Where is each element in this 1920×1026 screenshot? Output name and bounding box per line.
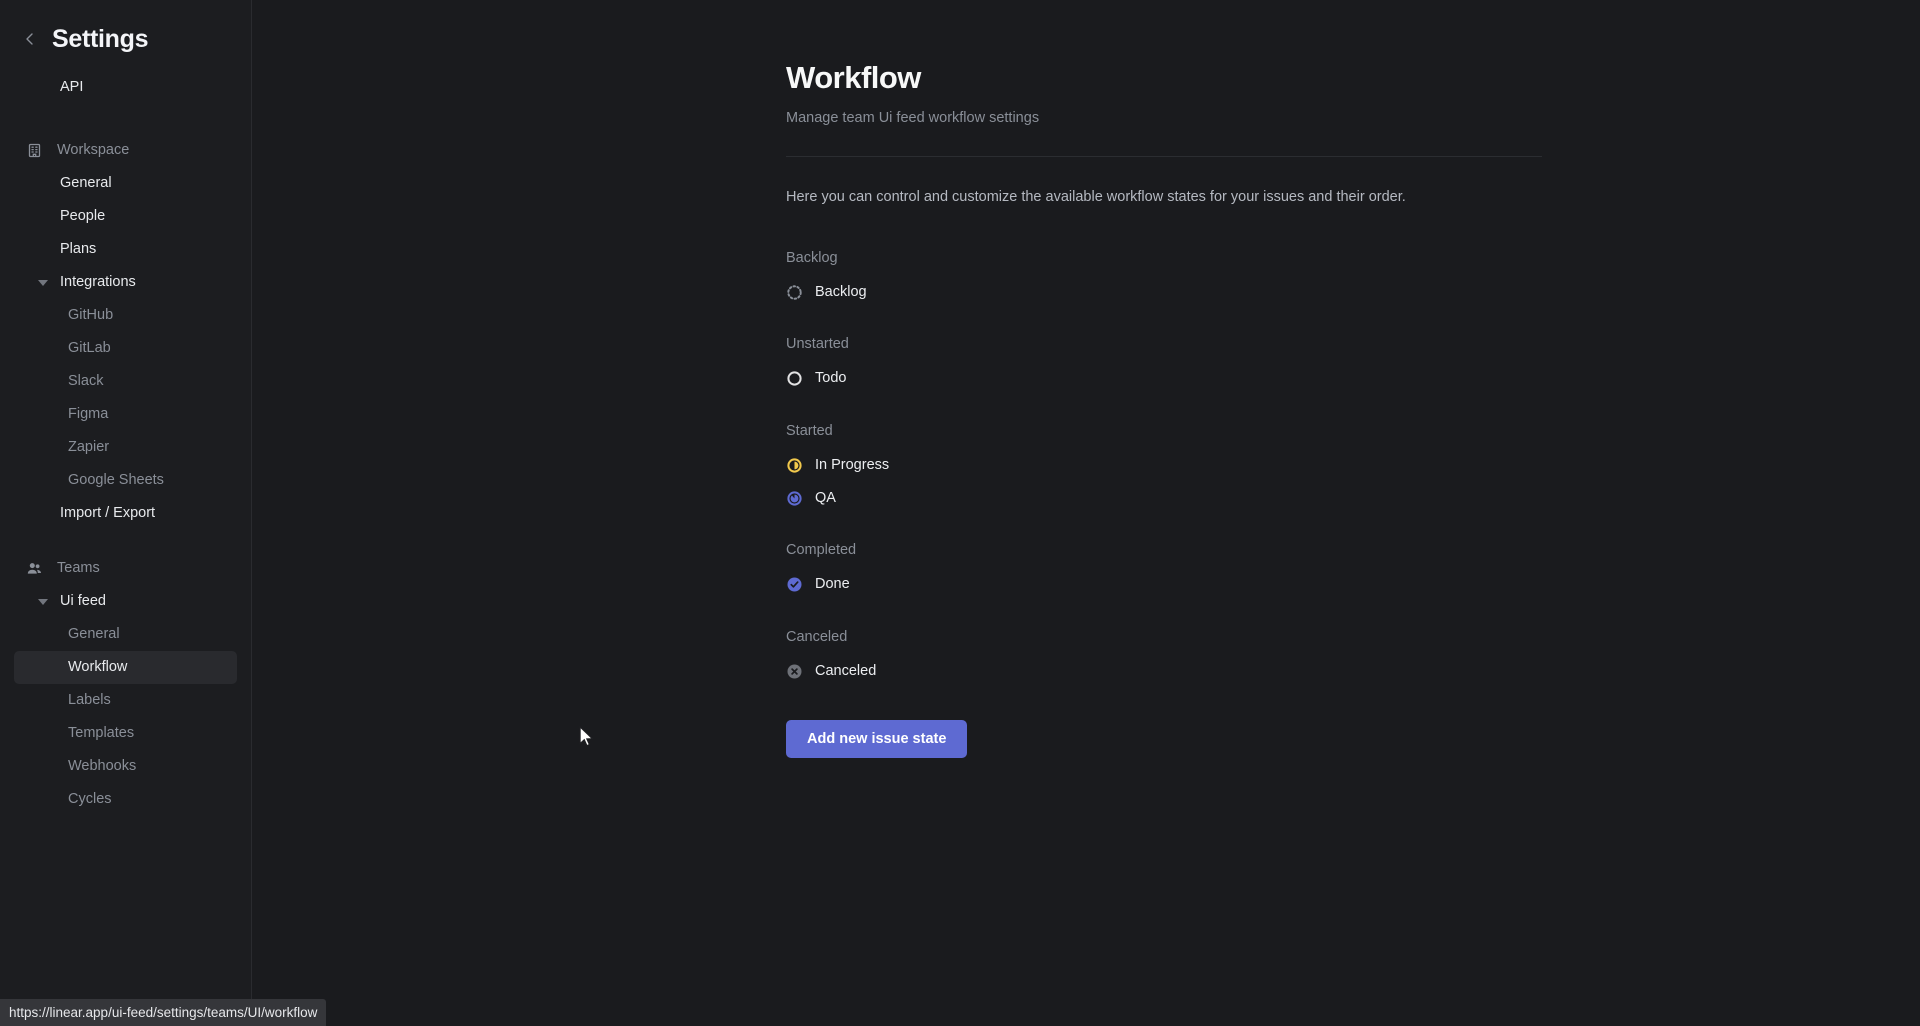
state-group-title: Started [786,422,833,439]
qa-partial-circle-icon [786,490,803,507]
state-name: Done [815,576,850,593]
sidebar-item-label: General [60,175,112,192]
sidebar-item-label: Import / Export [60,505,156,522]
workflow-subheading: Manage team Ui feed workflow settings [786,109,1040,126]
sidebar-item-integrations[interactable]: Integrations [14,266,237,299]
sidebar-item-label: Ui feed [60,593,106,610]
sidebar-item-templates[interactable]: Templates [14,717,237,750]
state-row-done[interactable]: Done [786,571,856,599]
state-name: Todo [815,370,847,387]
sidebar-header: Settings [0,0,251,62]
state-group-title: Unstarted [786,336,849,353]
sidebar-item-label: Templates [68,725,135,742]
state-group-title: Completed [786,542,857,559]
workflow-state-groups: Backlog Backlog Unstarted Todo Started I… [786,251,1652,686]
sidebar-item-figma[interactable]: Figma [14,398,237,431]
sidebar-item-zapier[interactable]: Zapier [14,431,237,464]
sidebar-item-label: People [60,208,106,225]
state-name: In Progress [815,456,890,473]
workflow-settings-panel: Workflow Manage team Ui feed workflow se… [252,0,1652,759]
sidebar-item-label: Webhooks [68,758,137,775]
sidebar-item-google-sheets[interactable]: Google Sheets [14,464,237,497]
backlog-dotted-circle-icon [786,284,803,301]
state-name: Backlog [815,283,867,300]
state-group-backlog: Backlog Backlog [786,251,1652,307]
sidebar-item-label: Workflow [68,659,128,676]
todo-empty-circle-icon [786,370,803,387]
state-row-canceled[interactable]: Canceled [786,657,882,685]
state-group-canceled: Canceled Canceled [786,630,1652,686]
sidebar-item-label: Slack [68,373,104,390]
sidebar-item-general-team[interactable]: General [14,618,237,651]
status-bar-url: https://linear.app/ui-feed/settings/team… [0,999,327,1026]
caret-down-icon[interactable] [38,598,48,605]
sidebar-item-gitlab[interactable]: GitLab [14,332,237,365]
sidebar-item-people[interactable]: People [14,200,237,233]
workflow-intro-text: Here you can control and customize the a… [786,188,1406,205]
sidebar-item-ui-feed[interactable]: Ui feed [14,585,237,618]
sidebar-item-label: Zapier [68,439,110,456]
state-group-title: Canceled [786,628,848,645]
users-icon [26,560,43,577]
sidebar-item-workflow[interactable]: Workflow [14,651,237,684]
state-name: Canceled [815,662,877,679]
settings-sidebar: Settings API Workspace General People Pl… [0,0,252,1026]
add-new-issue-state-button[interactable]: Add new issue state [786,720,968,759]
done-check-circle-icon [786,576,803,593]
sidebar-item-labels[interactable]: Labels [14,684,237,717]
state-row-in-progress[interactable]: In Progress [786,451,895,479]
chevron-left-icon[interactable] [22,31,38,47]
sidebar-item-slack[interactable]: Slack [14,365,237,398]
sidebar-item-label: Labels [68,692,111,709]
state-group-unstarted: Unstarted Todo [786,337,1652,393]
sidebar-item-import-export[interactable]: Import / Export [14,497,237,530]
sidebar-item-plans[interactable]: Plans [14,233,237,266]
sidebar-item-label: Integrations [60,274,136,291]
header-divider [786,155,1542,157]
sidebar-item-label: API [60,79,84,96]
sidebar-item-label: Cycles [68,791,112,808]
sidebar-item-github[interactable]: GitHub [14,299,237,332]
workflow-heading: Workflow [786,60,921,95]
state-group-completed: Completed Done [786,543,1652,599]
sidebar-item-label: Google Sheets [68,472,164,489]
state-group-started: Started In Progress QA [786,424,1652,513]
sidebar-item-general-workspace[interactable]: General [14,167,237,200]
sidebar-group-label: Teams [57,560,100,577]
sidebar-item-cycles[interactable]: Cycles [14,783,237,816]
state-row-backlog[interactable]: Backlog [786,278,873,306]
sidebar-item-api[interactable]: API [14,71,237,104]
sidebar-item-label: Plans [60,241,97,258]
state-row-todo[interactable]: Todo [786,365,852,393]
state-name: QA [815,489,836,506]
state-row-qa[interactable]: QA [786,484,842,512]
state-group-title: Backlog [786,249,838,266]
sidebar-list: API Workspace General People Plans Integ… [0,71,251,816]
sidebar-item-label: Figma [68,406,109,423]
sidebar-item-webhooks[interactable]: Webhooks [14,750,237,783]
sidebar-group-workspace: Workspace [14,134,237,167]
app-window: Settings API Workspace General People Pl… [0,0,1920,1026]
in-progress-half-circle-icon [786,457,803,474]
sidebar-group-teams: Teams [14,552,237,585]
sidebar-group-label: Workspace [57,142,130,159]
sidebar-item-label: GitHub [68,307,114,324]
main-content: Workflow Manage team Ui feed workflow se… [252,0,1920,1026]
building-icon [26,142,43,159]
caret-down-icon[interactable] [38,279,48,286]
status-bar-url-text: https://linear.app/ui-feed/settings/team… [9,1005,318,1020]
page-title: Settings [52,24,149,53]
canceled-x-circle-icon [786,663,803,680]
sidebar-item-label: GitLab [68,340,111,357]
sidebar-item-label: General [68,626,120,643]
